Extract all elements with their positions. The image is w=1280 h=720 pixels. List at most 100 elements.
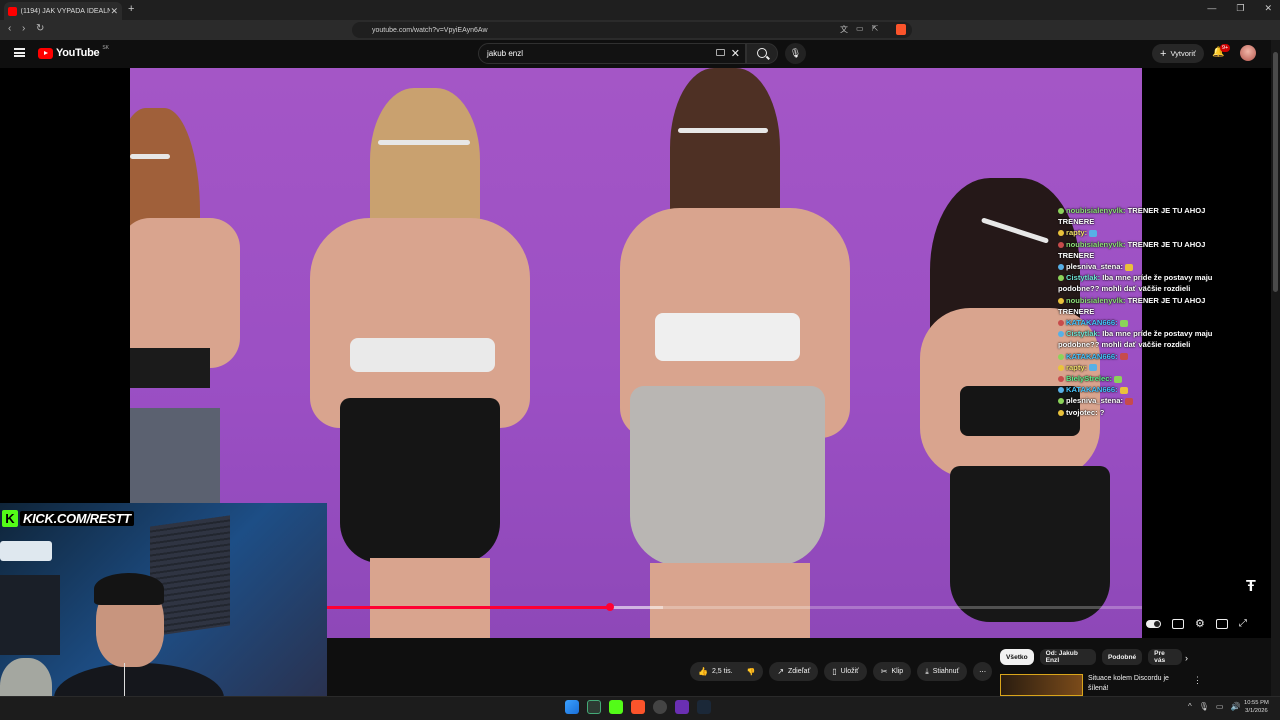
kick-app-icon[interactable] bbox=[609, 700, 623, 714]
chat-badge-icon bbox=[1058, 376, 1064, 383]
video-progress-bar[interactable] bbox=[327, 606, 1142, 609]
recommendation-menu-icon[interactable]: ⋮ bbox=[1193, 675, 1202, 686]
cast-icon[interactable]: ▭ bbox=[856, 24, 864, 35]
fullscreen-icon[interactable]: ⤢ bbox=[1239, 618, 1247, 629]
network-icon[interactable]: ▭ bbox=[1216, 702, 1224, 711]
purple-app-icon[interactable] bbox=[675, 700, 689, 714]
video-actions: 👍 2,5 tis. 👎 ↗ Zdieľať ▯ Uložiť ✂ Klip ⤓… bbox=[690, 662, 993, 681]
address-bar[interactable]: youtube.com/watch?v=VpyiEAyn6Aw bbox=[352, 22, 912, 38]
video-figure-shorts bbox=[950, 466, 1110, 622]
recommendation-thumbnail[interactable] bbox=[1000, 674, 1083, 696]
settings-gear-icon[interactable]: ⚙ bbox=[1195, 617, 1205, 630]
reload-icon[interactable]: ↻ bbox=[36, 23, 44, 34]
close-window-icon[interactable]: ✕ bbox=[1264, 3, 1272, 14]
new-tab-icon[interactable]: + bbox=[128, 3, 134, 15]
like-button[interactable]: 👍 2,5 tis. 👎 bbox=[690, 662, 764, 681]
recommendation-title[interactable]: Situace kolem Discordu je šílená! bbox=[1088, 674, 1178, 694]
region-code: SK bbox=[102, 45, 109, 51]
chat-badge-icon bbox=[1058, 230, 1064, 237]
air-conditioner bbox=[0, 541, 52, 561]
browser-tab-strip: (1194) JAK VYPADÁ IDEÁLNÍ ✕ + — ❐ ✕ bbox=[0, 0, 1280, 20]
plus-icon: + bbox=[1160, 47, 1167, 60]
thumbs-up-icon: 👍 bbox=[698, 667, 708, 676]
chip-all[interactable]: Všetko bbox=[1000, 649, 1034, 665]
download-button[interactable]: ⤓ Stiahnuť bbox=[917, 662, 968, 681]
translate-icon[interactable]: 文 bbox=[840, 24, 848, 35]
chat-emote-icon bbox=[1089, 229, 1098, 237]
clip-button[interactable]: ✂ Klip bbox=[872, 662, 912, 681]
url-text: youtube.com/watch?v=VpyiEAyn6Aw bbox=[372, 26, 488, 34]
maximize-icon[interactable]: ❐ bbox=[1236, 3, 1244, 14]
tray-chevron-icon[interactable]: ^ bbox=[1188, 702, 1192, 711]
search-input[interactable]: jakub enzl ✕ bbox=[478, 43, 746, 64]
close-tab-icon[interactable]: ✕ bbox=[110, 6, 118, 17]
windows-start-icon[interactable] bbox=[565, 700, 579, 714]
chat-username: Cistytlak: bbox=[1066, 329, 1101, 339]
keyboard-icon[interactable] bbox=[716, 49, 725, 56]
share-button[interactable]: ↗ Zdieľať bbox=[769, 662, 819, 681]
chat-badge-icon bbox=[1058, 275, 1064, 282]
bookmark-save-icon: ▯ bbox=[832, 667, 837, 676]
account-avatar[interactable] bbox=[1240, 45, 1256, 61]
subtitles-icon[interactable] bbox=[1172, 618, 1184, 629]
brave-shield-icon[interactable] bbox=[896, 24, 906, 35]
autoplay-toggle[interactable] bbox=[1146, 619, 1161, 628]
brave-browser-icon[interactable] bbox=[631, 700, 645, 714]
window-controls: — ❐ ✕ bbox=[1207, 3, 1272, 14]
obs-app-icon[interactable] bbox=[653, 700, 667, 714]
dislike-icon[interactable]: 👎 bbox=[747, 668, 756, 676]
chip-for-you[interactable]: Pre vás bbox=[1148, 649, 1182, 665]
video-figure-top bbox=[655, 313, 800, 361]
volume-icon[interactable]: 🔊 bbox=[1230, 702, 1240, 711]
save-button[interactable]: ▯ Uložiť bbox=[824, 662, 867, 681]
more-actions-button[interactable]: ⋯ bbox=[973, 662, 993, 681]
chat-message: noubisialenyvlk: TRENER JE TU AHOJ TRENE… bbox=[1058, 205, 1238, 227]
scrubber-handle[interactable] bbox=[605, 603, 614, 611]
chip-from-channel[interactable]: Od: Jakub Enzl bbox=[1039, 649, 1096, 665]
chat-username: plesniva_stena: bbox=[1066, 396, 1123, 406]
chat-emote-icon bbox=[1119, 319, 1128, 327]
clear-search-icon[interactable]: ✕ bbox=[731, 47, 740, 60]
scissors-icon: ✂ bbox=[880, 667, 888, 676]
video-headband bbox=[678, 128, 768, 133]
steam-app-icon[interactable] bbox=[697, 700, 711, 714]
kick-logo-icon: K bbox=[2, 510, 18, 527]
video-headband bbox=[378, 140, 470, 145]
video-headband bbox=[130, 154, 170, 159]
recommendation-chips: Všetko Od: Jakub Enzl Podobné Pre vás bbox=[1000, 649, 1182, 665]
chat-username: rapty: bbox=[1066, 362, 1088, 372]
youtube-logo[interactable]: YouTube SK bbox=[38, 45, 109, 59]
youtube-favicon-icon bbox=[8, 6, 17, 16]
mic-tray-icon[interactable]: 🎙 bbox=[1199, 702, 1209, 711]
xbox-app-icon[interactable] bbox=[587, 700, 601, 714]
voice-search-button[interactable]: 🎙 bbox=[785, 43, 806, 64]
video-figure-top bbox=[130, 348, 210, 388]
share-page-icon[interactable]: ⇱ bbox=[872, 24, 879, 35]
youtube-play-icon bbox=[38, 47, 53, 59]
search-button[interactable] bbox=[746, 43, 778, 64]
channel-watermark-icon[interactable]: Ŧ bbox=[1246, 578, 1256, 596]
forward-icon[interactable]: › bbox=[22, 23, 25, 34]
create-button[interactable]: + Vytvoriť bbox=[1152, 44, 1204, 63]
chat-message: noubisialenyvlk: TRENER JE TU AHOJ TRENE… bbox=[1058, 239, 1238, 261]
browser-toolbar: ‹ › ↻ ▯ youtube.com/watch?v=VpyiEAyn6Aw … bbox=[0, 20, 1280, 54]
chat-message: rapty: bbox=[1058, 362, 1238, 373]
chip-related[interactable]: Podobné bbox=[1101, 649, 1143, 665]
chat-message: KATAKAN666: bbox=[1058, 351, 1238, 362]
like-count: 2,5 tis. bbox=[711, 668, 733, 675]
hamburger-menu-icon[interactable] bbox=[14, 48, 25, 57]
browser-tab[interactable]: (1194) JAK VYPADÁ IDEÁLNÍ ✕ bbox=[4, 2, 122, 20]
chips-next-icon[interactable]: › bbox=[1185, 653, 1188, 663]
scrollbar-thumb[interactable] bbox=[1273, 52, 1278, 292]
miniplayer-icon[interactable] bbox=[1215, 618, 1228, 629]
kick-url: KICK.COM/RESTT bbox=[20, 511, 134, 526]
save-label: Uložiť bbox=[840, 668, 859, 675]
chat-message: rapty: bbox=[1058, 227, 1238, 238]
taskbar-clock[interactable]: 10:55 PM 3/1/2026 bbox=[1244, 699, 1269, 715]
minimize-icon[interactable]: — bbox=[1207, 3, 1216, 14]
page-scrollbar[interactable] bbox=[1271, 40, 1280, 696]
chat-message: Cistytlak: Iba mne príde že postavy maju… bbox=[1058, 328, 1238, 350]
back-icon[interactable]: ‹ bbox=[8, 23, 11, 34]
share-label: Zdieľať bbox=[788, 668, 811, 675]
chat-message: Cistytlak: Iba mne príde že postavy maju… bbox=[1058, 272, 1238, 294]
